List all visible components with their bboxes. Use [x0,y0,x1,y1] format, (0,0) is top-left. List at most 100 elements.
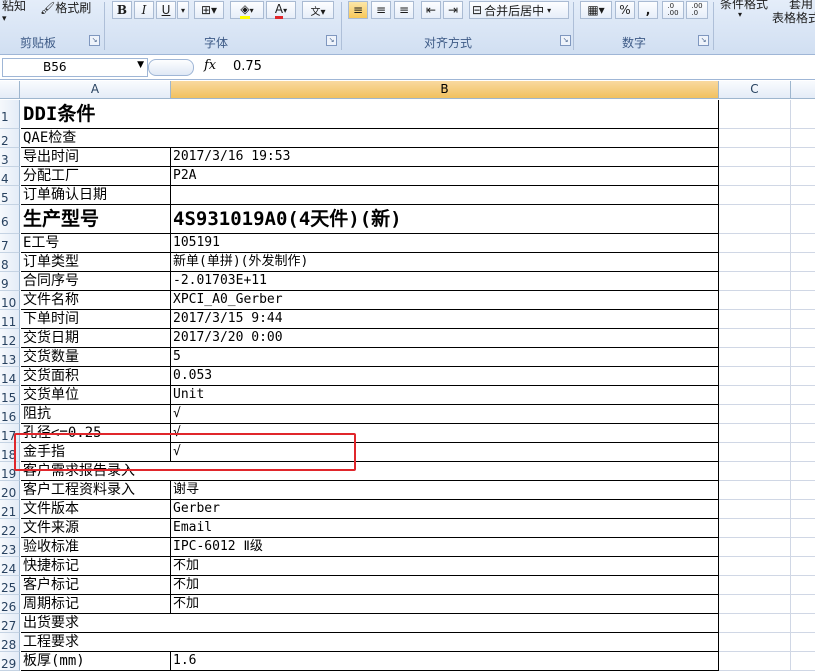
cell-d[interactable] [791,595,815,614]
cell-d[interactable] [791,348,815,367]
cell-d[interactable] [791,405,815,424]
bold-button[interactable]: B [112,1,132,19]
cell-a[interactable]: 阻抗 [21,405,171,424]
cell-d[interactable] [791,633,815,652]
phonetic-button[interactable]: 文▾ [302,1,334,19]
cell-c[interactable] [719,614,791,633]
number-launcher-icon[interactable]: ↘ [698,35,709,46]
cell-b[interactable]: 0.053 [171,367,719,386]
cell-d[interactable] [791,148,815,167]
row-header[interactable]: 10 [0,291,20,310]
cell-d[interactable] [791,291,815,310]
increase-indent-button[interactable]: ⇥ [443,1,463,19]
cell-d[interactable] [791,500,815,519]
cell-d[interactable] [791,205,815,234]
cell-b[interactable]: 105191 [171,234,719,253]
cell-a[interactable]: 验收标准 [21,538,171,557]
cell-c[interactable] [719,519,791,538]
cell-a[interactable]: 文件名称 [21,291,171,310]
column-header-d[interactable] [791,81,815,99]
cell-b[interactable]: √ [171,405,719,424]
comma-button[interactable]: , [638,1,658,19]
cell-b[interactable]: P2A [171,167,719,186]
formula-bar-resize-handle[interactable] [148,59,194,76]
cell-c[interactable] [719,234,791,253]
cell-d[interactable] [791,186,815,205]
font-launcher-icon[interactable]: ↘ [326,35,337,46]
cell-a-merged[interactable]: QAE检查 [21,129,719,148]
italic-button[interactable]: I [134,1,154,19]
percent-button[interactable]: % [615,1,635,19]
row-header[interactable]: 6 [0,205,20,234]
cell-a[interactable]: 分配工厂 [21,167,171,186]
cell-c[interactable] [719,205,791,234]
cell-b[interactable]: Email [171,519,719,538]
underline-button[interactable]: U [156,1,176,19]
cell-c[interactable] [719,148,791,167]
cell-d[interactable] [791,576,815,595]
cell-b[interactable]: XPCI_A0_Gerber [171,291,719,310]
cell-a-merged[interactable]: 工程要求 [21,633,719,652]
cell-d[interactable] [791,167,815,186]
cell-c[interactable] [719,129,791,148]
alignment-launcher-icon[interactable]: ↘ [560,35,571,46]
cell-b[interactable]: 不加 [171,595,719,614]
cell-c[interactable] [719,557,791,576]
cell-b[interactable] [171,186,719,205]
cell-b[interactable]: 谢寻 [171,481,719,500]
row-header[interactable]: 13 [0,348,20,367]
cell-c[interactable] [719,186,791,205]
cell-b[interactable]: 2017/3/15 9:44 [171,310,719,329]
cell-a[interactable]: E工号 [21,234,171,253]
cell-a[interactable]: 交货数量 [21,348,171,367]
cell-a[interactable]: 交货单位 [21,386,171,405]
cell-c[interactable] [719,538,791,557]
row-header[interactable]: 25 [0,576,20,595]
column-header-a[interactable]: A [20,81,171,99]
borders-button[interactable]: ⊞▾ [194,1,224,19]
column-header-c[interactable]: C [719,81,791,99]
cell-a[interactable]: 导出时间 [21,148,171,167]
cell-d[interactable] [791,329,815,348]
cell-d[interactable] [791,129,815,148]
row-header[interactable]: 16 [0,405,20,424]
row-header[interactable]: 26 [0,595,20,614]
cell-a[interactable]: 合同序号 [21,272,171,291]
cell-c[interactable] [719,310,791,329]
cell-d[interactable] [791,481,815,500]
align-left-button[interactable]: ≡ [348,1,368,19]
row-header[interactable]: 2 [0,129,20,148]
decrease-indent-button[interactable]: ⇤ [421,1,441,19]
cell-a[interactable]: 交货日期 [21,329,171,348]
merge-center-button[interactable]: ⊟ 合并后居中 ▾ [469,1,569,19]
row-header[interactable]: 12 [0,329,20,348]
row-header[interactable]: 15 [0,386,20,405]
cell-a[interactable]: 周期标记 [21,595,171,614]
align-right-button[interactable]: ≡ [394,1,414,19]
cell-d[interactable] [791,386,815,405]
cell-c[interactable] [719,576,791,595]
cell-a[interactable]: 板厚(mm) [21,652,171,671]
name-box[interactable]: B56 ▼ [2,58,148,77]
row-header[interactable]: 21 [0,500,20,519]
align-center-button[interactable]: ≡ [371,1,391,19]
cell-b[interactable]: 5 [171,348,719,367]
cell-c[interactable] [719,405,791,424]
cell-d[interactable] [791,253,815,272]
row-header[interactable]: 8 [0,253,20,272]
cell-d[interactable] [791,100,815,129]
row-header[interactable]: 14 [0,367,20,386]
cell-c[interactable] [719,462,791,481]
increase-decimal-button[interactable]: .0 .00 [662,1,684,19]
conditional-format-button[interactable]: 条件格式 [720,0,768,12]
format-painter-button[interactable]: 🖌格式刷 [40,0,91,16]
cell-a[interactable]: 生产型号 [21,205,171,234]
cell-b[interactable]: 2017/3/16 19:53 [171,148,719,167]
column-header-b[interactable]: B [171,81,719,99]
cell-c[interactable] [719,386,791,405]
row-header[interactable]: 23 [0,538,20,557]
decrease-decimal-button[interactable]: .00 .0 [686,1,708,19]
cell-d[interactable] [791,519,815,538]
cell-c[interactable] [719,595,791,614]
formula-input[interactable]: 0.75 [233,59,262,74]
